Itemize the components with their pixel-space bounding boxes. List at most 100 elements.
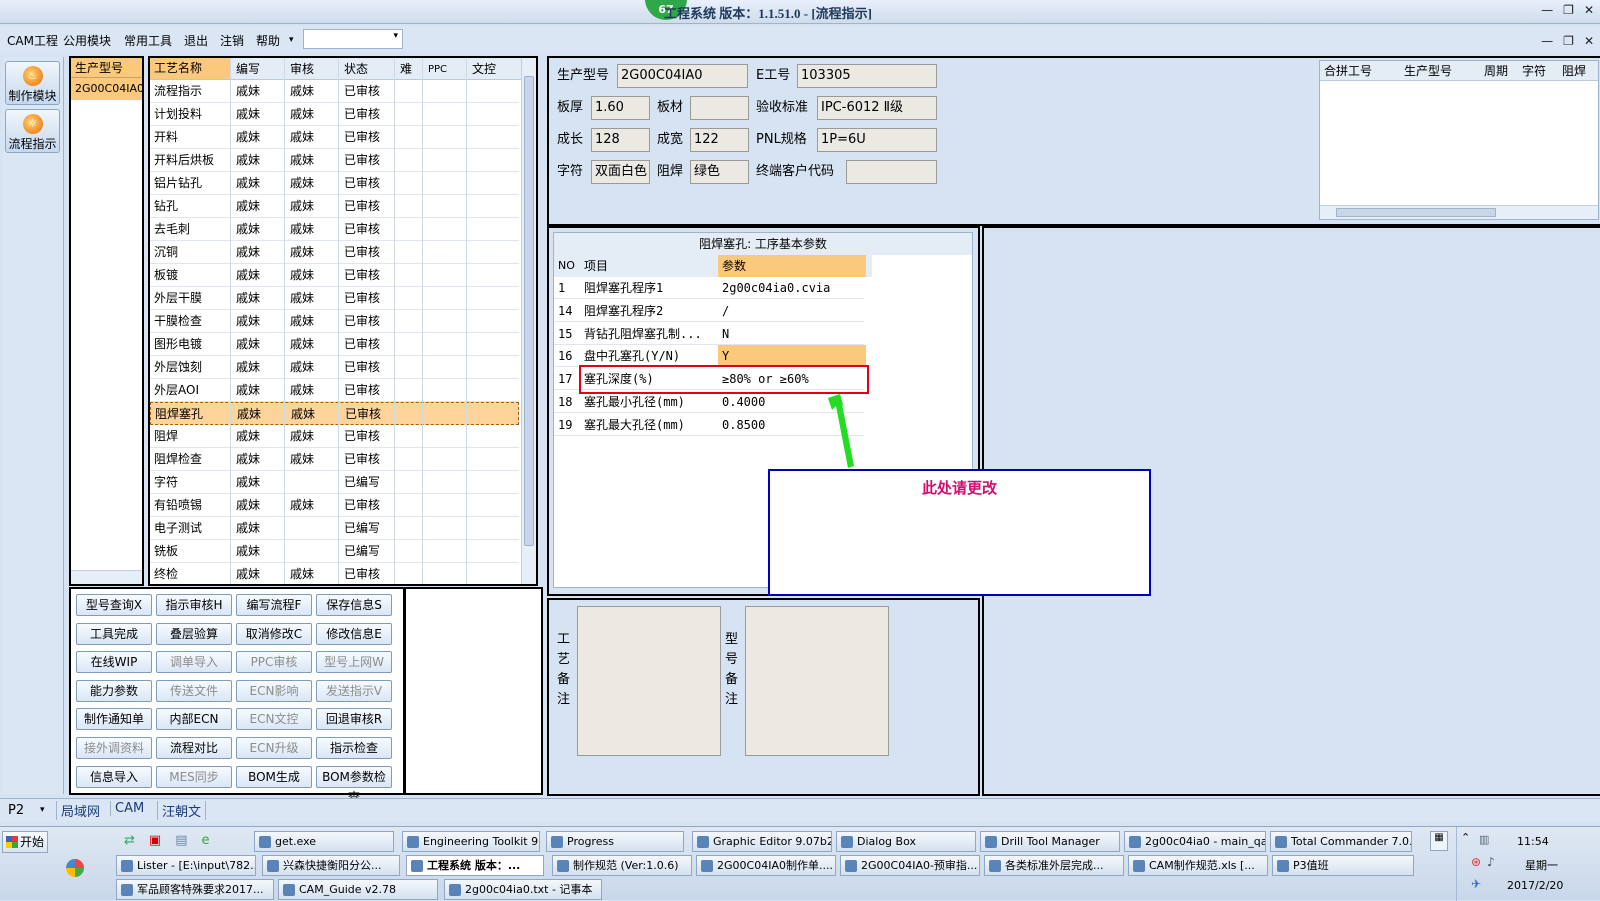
taskbar-button[interactable]: CAM制作规范.xls [...	[1128, 855, 1268, 876]
width-field[interactable]: 122	[690, 128, 749, 152]
taskbar-button[interactable]: 军品顾客特殊要求2017...	[116, 879, 274, 900]
taskbar-button[interactable]: 2G00C04IA0制作单....	[696, 855, 836, 876]
tray-network-icon[interactable]: ▥	[1479, 833, 1489, 846]
action-button[interactable]: 能力参数	[76, 679, 152, 702]
param-row[interactable]: 19 塞孔最大孔径(mm) 0.8500	[554, 414, 864, 436]
flow-table-row[interactable]: 电子测试 戚妹 已编写	[150, 517, 519, 540]
status-tab-lan[interactable]: 局域网	[56, 801, 104, 820]
col-merge-eno[interactable]: 合拼工号	[1320, 61, 1400, 81]
mdi-restore-icon[interactable]: ❐	[1563, 34, 1574, 48]
action-button[interactable]: 传送文件	[156, 679, 232, 702]
flow-table-row[interactable]: 计划投料 戚妹 戚妹 已审核	[150, 103, 519, 126]
status-tab-cam[interactable]: CAM	[110, 801, 148, 816]
action-button[interactable]: 编写流程F	[236, 594, 312, 616]
menu-help[interactable]: 帮助	[256, 32, 280, 49]
action-button[interactable]: 指示审核H	[156, 594, 232, 616]
model-field[interactable]: 2G00C04IA0	[617, 64, 748, 88]
flow-table-row[interactable]: 沉铜 戚妹 戚妹 已审核	[150, 241, 519, 264]
col-process-name[interactable]: 工艺名称	[150, 58, 230, 79]
menu-exit[interactable]: 退出	[184, 32, 208, 49]
customer-field[interactable]	[846, 160, 937, 184]
material-field[interactable]	[690, 96, 749, 120]
taskbar-button[interactable]: Total Commander 7.0...	[1270, 831, 1412, 852]
action-button[interactable]: 保存信息S	[316, 594, 392, 616]
status-combo[interactable]: P2	[8, 803, 24, 818]
action-button[interactable]: BOM参数检查	[316, 765, 392, 804]
taskbar-button[interactable]: Lister - [E:\input\782...	[116, 855, 256, 876]
tray-input-icon[interactable]: ✈	[1471, 877, 1481, 891]
model-list-item[interactable]: 2G00C04IA0	[71, 78, 142, 100]
col-status[interactable]: 状态	[340, 58, 394, 81]
action-button[interactable]: 制作通知单	[76, 708, 152, 731]
taskbar-button[interactable]: Engineering Toolkit 9....	[402, 831, 540, 852]
flow-table-row[interactable]: 图形电镀 戚妹 戚妹 已审核	[150, 333, 519, 356]
quicklaunch-app-icon[interactable]	[66, 859, 84, 877]
ie-icon[interactable]: e	[202, 833, 210, 848]
taskbar-button[interactable]: 2G00C04IA0-预审指...	[840, 855, 980, 876]
col-no[interactable]: NO	[554, 255, 580, 277]
col-reviewer[interactable]: 审核	[286, 58, 338, 81]
action-button[interactable]: 修改信息E	[316, 622, 392, 645]
flow-table-row[interactable]: 外层蚀刻 戚妹 戚妹 已审核	[150, 356, 519, 379]
action-button[interactable]: 工具完成	[76, 622, 152, 645]
flow-table-row[interactable]: 铣板 戚妹 已编写	[150, 540, 519, 563]
action-button[interactable]: 流程对比	[156, 737, 232, 759]
param-row[interactable]: 14 阻焊塞孔程序2 /	[554, 300, 864, 322]
flow-table-row[interactable]: 阻焊检查 戚妹 戚妹 已审核	[150, 448, 519, 471]
action-button[interactable]: 叠层验算	[156, 622, 232, 645]
flow-table-row[interactable]: 有铅喷锡 戚妹 戚妹 已审核	[150, 494, 519, 517]
taskbar-button[interactable]: Graphic Editor 9.07b2...	[692, 831, 832, 852]
col-merge-model[interactable]: 生产型号	[1400, 61, 1480, 81]
model-remark-textarea[interactable]	[745, 606, 889, 756]
menu-tools[interactable]: 常用工具	[124, 32, 172, 49]
taskbar-button[interactable]: 工程系统 版本：...	[406, 855, 544, 876]
minimize-icon[interactable]: —	[1541, 3, 1553, 17]
taskbar-button[interactable]: CAM_Guide v2.78	[278, 879, 438, 900]
col-difficulty[interactable]: 难	[396, 58, 422, 81]
model-list-hscroll[interactable]	[71, 570, 142, 584]
action-button[interactable]: 型号查询X	[76, 594, 152, 616]
standard-field[interactable]: IPC-6012 Ⅱ级	[817, 96, 937, 120]
col-doc-control[interactable]: 文控	[468, 58, 518, 81]
flow-table-row[interactable]: 阻焊 戚妹 戚妹 已审核	[150, 425, 519, 448]
taskbar-button[interactable]: Progress	[546, 831, 684, 852]
col-merge-char[interactable]: 字符	[1518, 61, 1558, 81]
flow-table-row[interactable]: 铝片钻孔 戚妹 戚妹 已审核	[150, 172, 519, 195]
flow-table-row[interactable]: 终检 戚妹 戚妹 已审核	[150, 563, 519, 584]
action-button[interactable]: 调单导入	[156, 651, 232, 674]
menu-common[interactable]: 公用模块	[63, 32, 111, 49]
col-param[interactable]: 参数	[718, 255, 866, 277]
show-desktop-icon[interactable]: ▦	[1430, 831, 1448, 851]
col-ppc[interactable]: PPC	[424, 58, 466, 81]
action-button[interactable]: 型号上网W	[316, 651, 392, 674]
action-button[interactable]: 回退审核R	[316, 708, 392, 731]
taskbar-button[interactable]: 2g00c04ia0.txt - 记事本	[444, 879, 602, 900]
close-icon[interactable]: ✕	[1584, 3, 1594, 17]
action-button[interactable]: 取消修改C	[236, 622, 312, 645]
start-button[interactable]: 开始	[2, 831, 48, 853]
pnl-field[interactable]: 1P=6U	[817, 128, 937, 152]
flow-table-row[interactable]: 开料 戚妹 戚妹 已审核	[150, 126, 519, 149]
eno-field[interactable]: 103305	[797, 64, 937, 88]
taskbar-button[interactable]: 制作规范 (Ver:1.0.6)	[552, 855, 692, 876]
flow-table-row[interactable]: 干膜检查 戚妹 戚妹 已审核	[150, 310, 519, 333]
tray-app-icon[interactable]: ⊛	[1471, 855, 1481, 869]
menu-cam[interactable]: CAM工程	[7, 32, 58, 49]
col-merge-period[interactable]: 周期	[1480, 61, 1518, 81]
flow-table-scrollbar[interactable]	[521, 58, 536, 584]
maximize-icon[interactable]: ❐	[1563, 3, 1574, 17]
taskbar-button[interactable]: 2g00c04ia0 - main_qa	[1124, 831, 1266, 852]
col-item[interactable]: 项目	[580, 255, 718, 277]
clock-time[interactable]: 11:54	[1517, 835, 1549, 848]
col-writer[interactable]: 编写	[232, 58, 284, 81]
param-row[interactable]: 18 塞孔最小孔径(mm) 0.4000	[554, 391, 864, 413]
thickness-field[interactable]: 1.60	[591, 96, 650, 120]
mdi-close-icon[interactable]: ✕	[1584, 34, 1594, 48]
param-row[interactable]: 1 阻焊塞孔程序1 2g00c04ia0.cvia	[554, 277, 864, 299]
status-combo-chevron-icon[interactable]: ▾	[40, 805, 45, 815]
flow-table-row[interactable]: 去毛刺 戚妹 戚妹 已审核	[150, 218, 519, 241]
network-icon[interactable]: ⇄	[124, 833, 135, 848]
mdi-minimize-icon[interactable]: —	[1541, 34, 1553, 48]
mask-field[interactable]: 绿色	[690, 160, 749, 184]
flow-table-row[interactable]: 钻孔 戚妹 戚妹 已审核	[150, 195, 519, 218]
